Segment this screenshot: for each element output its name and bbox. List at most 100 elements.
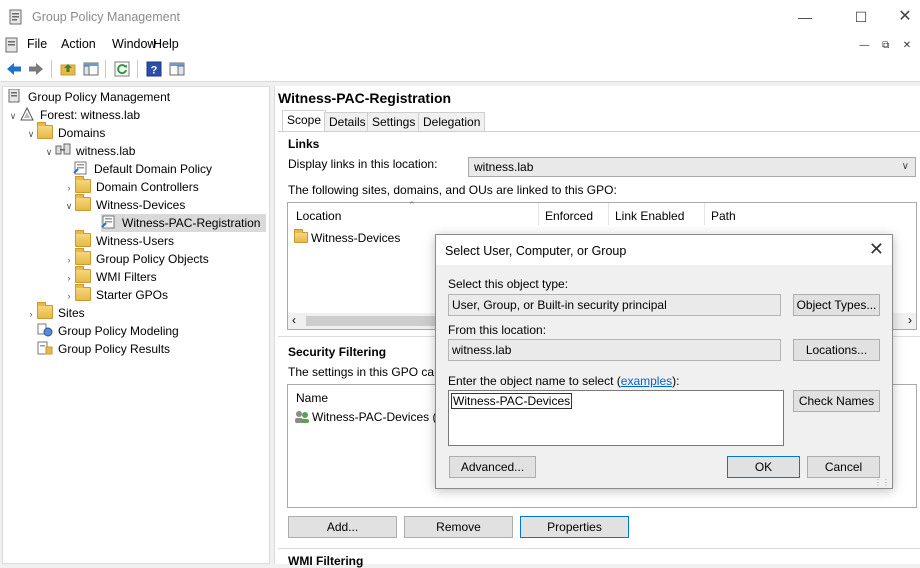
document-icon bbox=[5, 37, 18, 53]
expand-chevron-icon[interactable]: › bbox=[63, 269, 75, 287]
check-names-button[interactable]: Check Names bbox=[793, 390, 880, 412]
ou-folder-icon bbox=[294, 229, 308, 243]
folder-icon bbox=[75, 248, 91, 265]
maximize-button[interactable]: ☐ bbox=[838, 0, 884, 34]
menu-file[interactable]: File bbox=[27, 37, 47, 51]
tree-item-results[interactable]: Group Policy Results bbox=[37, 340, 172, 358]
modeling-icon bbox=[37, 323, 53, 337]
tab-scope[interactable]: Scope bbox=[282, 110, 327, 132]
tree-item-sites[interactable]: › Sites bbox=[25, 302, 87, 323]
expand-chevron-icon[interactable]: › bbox=[63, 287, 75, 305]
tree-item-witness-devices[interactable]: ∨ Witness-Devices bbox=[63, 194, 187, 215]
tab-delegation[interactable]: Delegation bbox=[418, 112, 486, 132]
menu-window[interactable]: Window bbox=[112, 37, 156, 51]
object-types-button[interactable]: Object Types... bbox=[793, 294, 880, 316]
scroll-left-icon[interactable]: ‹ bbox=[292, 313, 296, 327]
location-field: witness.lab bbox=[448, 339, 781, 361]
column-header-path[interactable]: Path bbox=[711, 209, 736, 223]
tree-label: Group Policy Objects bbox=[96, 252, 209, 266]
gpmc-icon bbox=[8, 89, 20, 103]
mdi-restore-button[interactable]: ⧉ bbox=[877, 38, 895, 54]
mdi-close-button[interactable]: ✕ bbox=[898, 38, 916, 54]
tree-item-group-policy-objects[interactable]: › Group Policy Objects bbox=[63, 248, 211, 269]
collapse-chevron-icon[interactable]: ∨ bbox=[63, 197, 75, 215]
tree-label: Default Domain Policy bbox=[94, 162, 213, 176]
column-separator bbox=[704, 203, 705, 225]
tree-label: Witness-Devices bbox=[96, 198, 186, 212]
properties-panel-icon[interactable] bbox=[168, 60, 186, 78]
toolbar-separator bbox=[137, 60, 138, 78]
tree-item-root[interactable]: Group Policy Management bbox=[7, 88, 172, 106]
forest-icon bbox=[20, 107, 34, 121]
row-location: Witness-Devices bbox=[311, 231, 401, 245]
tree-label: Starter GPOs bbox=[96, 288, 169, 302]
tree-item-modeling[interactable]: Group Policy Modeling bbox=[37, 322, 181, 340]
locations-button[interactable]: Locations... bbox=[793, 339, 880, 361]
tree-item-default-domain-policy[interactable]: Default Domain Policy bbox=[73, 160, 214, 178]
tree-item-starter-gpos[interactable]: › Starter GPOs bbox=[63, 284, 170, 305]
ou-folder-icon bbox=[75, 230, 91, 247]
tree-item-witness-users[interactable]: Witness-Users bbox=[75, 230, 176, 250]
dialog-title: Select User, Computer, or Group bbox=[445, 244, 627, 258]
object-type-field: User, Group, or Built-in security princi… bbox=[448, 294, 781, 316]
up-folder-icon[interactable] bbox=[59, 60, 77, 78]
properties-button[interactable]: Properties bbox=[520, 516, 629, 538]
tree-label: Domain Controllers bbox=[96, 180, 199, 194]
ok-button[interactable]: OK bbox=[727, 456, 800, 478]
menu-bar: File Action Window Help — ⧉ ✕ bbox=[0, 34, 920, 56]
domain-icon bbox=[55, 143, 71, 155]
close-icon[interactable]: ✕ bbox=[869, 239, 884, 260]
table-row[interactable]: Witness-PAC-Devices (WIT bbox=[294, 410, 458, 424]
collapse-chevron-icon[interactable]: ∨ bbox=[25, 125, 37, 143]
cancel-button[interactable]: Cancel bbox=[807, 456, 880, 478]
tree-item-witness-pac-registration[interactable]: Witness-PAC-Registration bbox=[101, 214, 267, 232]
scrollbar-thumb[interactable] bbox=[306, 316, 446, 326]
tree-item-domain[interactable]: ∨ witness.lab bbox=[43, 142, 137, 160]
mdi-minimize-button[interactable]: — bbox=[855, 38, 873, 54]
ou-folder-icon bbox=[75, 194, 91, 211]
scroll-right-icon[interactable]: › bbox=[908, 313, 912, 327]
add-button[interactable]: Add... bbox=[288, 516, 397, 538]
location-dropdown[interactable]: witness.lab ∨ bbox=[468, 157, 916, 177]
column-separator bbox=[538, 203, 539, 225]
mdi-controls: — ⧉ ✕ bbox=[855, 37, 916, 54]
menu-help[interactable]: Help bbox=[153, 37, 179, 51]
ou-folder-icon bbox=[75, 176, 91, 193]
minimize-button[interactable]: — bbox=[782, 0, 828, 34]
collapse-chevron-icon[interactable]: ∨ bbox=[43, 143, 55, 161]
table-row[interactable]: Witness-Devices bbox=[294, 229, 401, 245]
advanced-button[interactable]: Advanced... bbox=[449, 456, 536, 478]
tab-settings[interactable]: Settings bbox=[367, 112, 421, 132]
toolbar-separator bbox=[105, 60, 106, 78]
window-title: Group Policy Management bbox=[32, 10, 180, 24]
collapse-chevron-icon[interactable]: ∨ bbox=[7, 107, 19, 125]
refresh-icon[interactable] bbox=[113, 60, 131, 78]
expand-chevron-icon[interactable]: › bbox=[63, 179, 75, 197]
enter-object-label-end: ): bbox=[672, 374, 680, 388]
help-icon[interactable]: ? bbox=[145, 60, 163, 78]
menu-action[interactable]: Action bbox=[61, 37, 96, 51]
tree-item-domains[interactable]: ∨ Domains bbox=[25, 122, 107, 143]
location-label: From this location: bbox=[448, 323, 547, 337]
enter-object-label: Enter the object name to select (example… bbox=[448, 374, 679, 388]
object-name-input[interactable]: Witness-PAC-Devices bbox=[448, 390, 784, 446]
toolbar: ? bbox=[0, 56, 920, 82]
examples-link[interactable]: examples bbox=[621, 374, 672, 388]
tab-details[interactable]: Details bbox=[324, 112, 371, 132]
results-icon bbox=[37, 341, 53, 355]
resize-grip-icon[interactable]: ⋮⋮ bbox=[874, 479, 890, 487]
close-window-button[interactable]: ✕ bbox=[882, 0, 920, 34]
column-header-name[interactable]: Name bbox=[296, 391, 328, 405]
remove-button[interactable]: Remove bbox=[404, 516, 513, 538]
column-header-location[interactable]: Location bbox=[296, 209, 341, 223]
expand-chevron-icon[interactable]: › bbox=[63, 251, 75, 269]
folder-icon bbox=[37, 122, 53, 139]
dialog-titlebar: Select User, Computer, or Group ✕ bbox=[436, 235, 892, 265]
back-arrow-icon[interactable] bbox=[5, 60, 23, 78]
show-hide-tree-icon[interactable] bbox=[82, 60, 100, 78]
column-header-link-enabled[interactable]: Link Enabled bbox=[615, 209, 684, 223]
expand-chevron-icon[interactable]: › bbox=[25, 305, 37, 323]
column-header-enforced[interactable]: Enforced bbox=[545, 209, 593, 223]
forward-arrow-icon[interactable] bbox=[27, 60, 45, 78]
tree-item-forest[interactable]: ∨ Forest: witness.lab bbox=[7, 106, 142, 124]
